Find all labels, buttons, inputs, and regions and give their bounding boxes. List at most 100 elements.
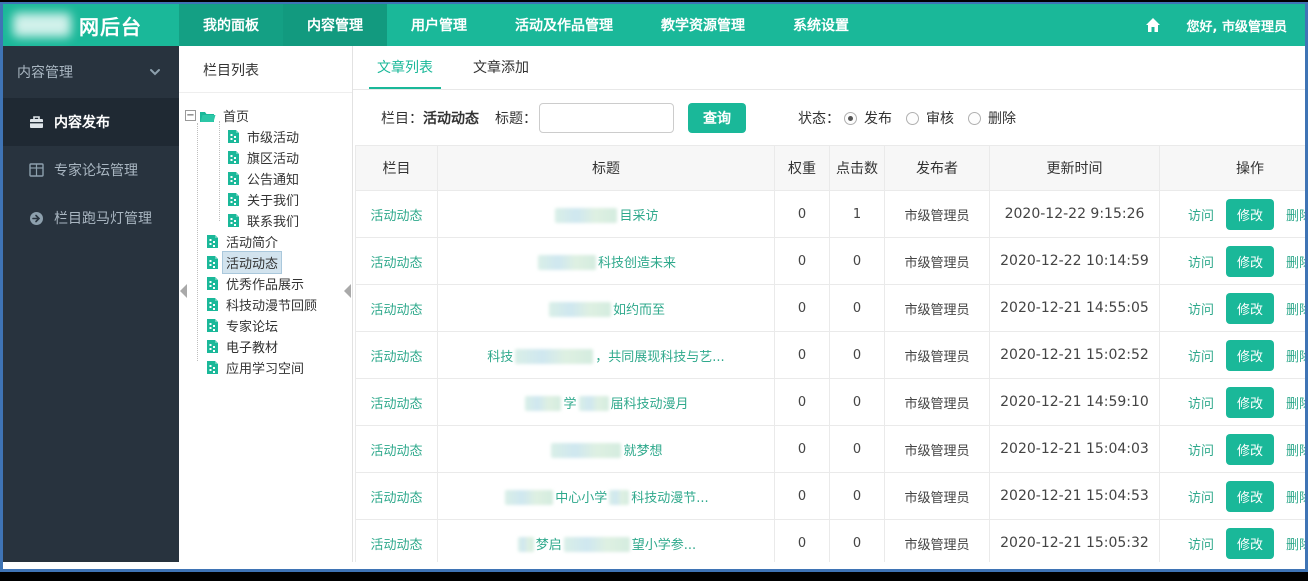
tree-node-label: 公告通知 <box>244 168 302 189</box>
nav-item-dashboard[interactable]: 我的面板 <box>179 4 283 46</box>
tree-node[interactable]: 应用学习空间 <box>179 357 348 378</box>
edit-button[interactable]: 修改 <box>1226 246 1274 277</box>
title-text[interactable]: 科技 <box>487 350 513 365</box>
cell-clicks: 0 <box>830 520 885 563</box>
title-text[interactable]: 届科技动漫月 <box>611 397 689 412</box>
title-text[interactable]: ，共同展现科技与艺... <box>595 350 724 365</box>
title-text[interactable]: 梦启 <box>536 538 562 553</box>
tree-node[interactable]: 市级活动 <box>179 126 348 147</box>
table-row: 活动动态目采访01市级管理员2020-12-22 9:15:26访问修改删除 <box>356 191 1306 238</box>
table-row: 活动动态中心小学科技动漫节...00市级管理员2020-12-21 15:04:… <box>356 473 1306 520</box>
radio-review-label[interactable]: 审核 <box>926 108 954 128</box>
sidebar-item-marquee[interactable]: 栏目跑马灯管理 <box>3 194 179 242</box>
title-text[interactable]: 就梦想 <box>623 444 662 459</box>
tree-node[interactable]: −首页 <box>179 105 348 126</box>
header-title: 标题 <box>438 146 775 191</box>
collapse-panel-left-icon[interactable] <box>180 284 187 298</box>
cell-clicks: 0 <box>830 238 885 285</box>
edit-button[interactable]: 修改 <box>1226 387 1274 418</box>
edit-button[interactable]: 修改 <box>1226 481 1274 512</box>
collapse-panel-right-icon[interactable] <box>344 284 351 298</box>
sidebar-section-content[interactable]: 内容管理 <box>3 46 179 98</box>
tab-article-add[interactable]: 文章添加 <box>465 46 537 89</box>
cell-updated: 2020-12-21 15:05:32 <box>990 520 1160 563</box>
title-text[interactable]: 目采访 <box>619 209 658 224</box>
visit-link[interactable]: 访问 <box>1188 487 1214 506</box>
title-text[interactable]: 科技创造未来 <box>598 256 676 271</box>
cell-title: 中心小学 科技动漫节... <box>438 473 775 520</box>
tree-node[interactable]: 活动动态 <box>179 252 348 273</box>
delete-link[interactable]: 删除 <box>1286 393 1305 412</box>
table-row: 活动动态如约而至00市级管理员2020-12-21 14:55:05访问修改删除 <box>356 285 1306 332</box>
visit-link[interactable]: 访问 <box>1188 205 1214 224</box>
edit-button[interactable]: 修改 <box>1226 293 1274 324</box>
nav-item-activities[interactable]: 活动及作品管理 <box>491 4 637 46</box>
delete-link[interactable]: 删除 <box>1286 487 1305 506</box>
visit-link[interactable]: 访问 <box>1188 252 1214 271</box>
sidebar-item-expert-forum[interactable]: 专家论坛管理 <box>3 146 179 194</box>
visit-link[interactable]: 访问 <box>1188 534 1214 553</box>
filterbar: 栏目： 活动动态 标题： 查询 状态： 发布 审核 删除 <box>353 90 1305 145</box>
table-header-row: 栏目 标题 权重 点击数 发布者 更新时间 操作 <box>356 146 1306 191</box>
visit-link[interactable]: 访问 <box>1188 346 1214 365</box>
title-search-input[interactable] <box>539 103 674 133</box>
delete-link[interactable]: 删除 <box>1286 205 1305 224</box>
header-publisher: 发布者 <box>885 146 990 191</box>
tree-node[interactable]: 电子教材 <box>179 336 348 357</box>
tree-node[interactable]: 专家论坛 <box>179 315 348 336</box>
title-text[interactable]: 科技动漫节... <box>631 491 708 506</box>
edit-button[interactable]: 修改 <box>1226 528 1274 559</box>
visit-link[interactable]: 访问 <box>1188 393 1214 412</box>
cell-publisher: 市级管理员 <box>885 285 990 332</box>
nav-item-users[interactable]: 用户管理 <box>387 4 491 46</box>
edit-button[interactable]: 修改 <box>1226 340 1274 371</box>
radio-review[interactable] <box>906 112 919 125</box>
sidebar-item-content-publish[interactable]: 内容发布 <box>3 98 179 146</box>
delete-link[interactable]: 删除 <box>1286 440 1305 459</box>
delete-link[interactable]: 删除 <box>1286 252 1305 271</box>
tree-node[interactable]: 科技动漫节回顾 <box>179 294 348 315</box>
radio-deleted[interactable] <box>968 112 981 125</box>
edit-button[interactable]: 修改 <box>1226 199 1274 230</box>
title-text[interactable]: 学 <box>563 397 576 412</box>
nav-item-resources[interactable]: 教学资源管理 <box>637 4 769 46</box>
expander-icon[interactable]: − <box>185 110 196 121</box>
article-table-wrap: 栏目 标题 权重 点击数 发布者 更新时间 操作 活动动态目采访01市级管理员2… <box>355 145 1305 562</box>
radio-published[interactable] <box>844 112 857 125</box>
tree-node[interactable]: 活动简介 <box>179 231 348 252</box>
nav-item-content[interactable]: 内容管理 <box>283 4 387 46</box>
tree-node-label: 电子教材 <box>223 336 281 357</box>
delete-link[interactable]: 删除 <box>1286 534 1305 553</box>
radio-published-label[interactable]: 发布 <box>864 108 892 128</box>
edit-button[interactable]: 修改 <box>1226 434 1274 465</box>
home-icon[interactable] <box>1145 17 1161 33</box>
tree-node-label: 专家论坛 <box>223 315 281 336</box>
cell-publisher: 市级管理员 <box>885 332 990 379</box>
cell-actions: 访问修改删除 <box>1160 238 1306 285</box>
tree-node-label: 市级活动 <box>244 126 302 147</box>
visit-link[interactable]: 访问 <box>1188 440 1214 459</box>
title-text[interactable]: 望小学参... <box>632 538 696 553</box>
user-greeting[interactable]: 您好, 市级管理员 <box>1187 16 1287 35</box>
document-icon <box>206 297 219 312</box>
cell-category: 活动动态 <box>356 379 438 426</box>
window-bottom-edge <box>0 574 1308 581</box>
blurred-text <box>538 255 596 270</box>
cell-publisher: 市级管理员 <box>885 191 990 238</box>
delete-link[interactable]: 删除 <box>1286 346 1305 365</box>
delete-link[interactable]: 删除 <box>1286 299 1305 318</box>
tab-article-list[interactable]: 文章列表 <box>369 46 441 89</box>
tree-node[interactable]: 优秀作品展示 <box>179 273 348 294</box>
radio-deleted-label[interactable]: 删除 <box>988 108 1016 128</box>
tree-node[interactable]: 联系我们 <box>179 210 348 231</box>
tree-node[interactable]: 公告通知 <box>179 168 348 189</box>
tree-node[interactable]: 关于我们 <box>179 189 348 210</box>
title-text[interactable]: 中心小学 <box>555 491 607 506</box>
topbar: 网后台 我的面板 内容管理 用户管理 活动及作品管理 教学资源管理 系统设置 您… <box>3 4 1305 46</box>
tree-panel-title: 栏目列表 <box>179 46 352 93</box>
tree-node[interactable]: 旗区活动 <box>179 147 348 168</box>
nav-item-settings[interactable]: 系统设置 <box>769 4 873 46</box>
title-text[interactable]: 如约而至 <box>613 303 665 318</box>
visit-link[interactable]: 访问 <box>1188 299 1214 318</box>
search-button[interactable]: 查询 <box>688 103 746 133</box>
